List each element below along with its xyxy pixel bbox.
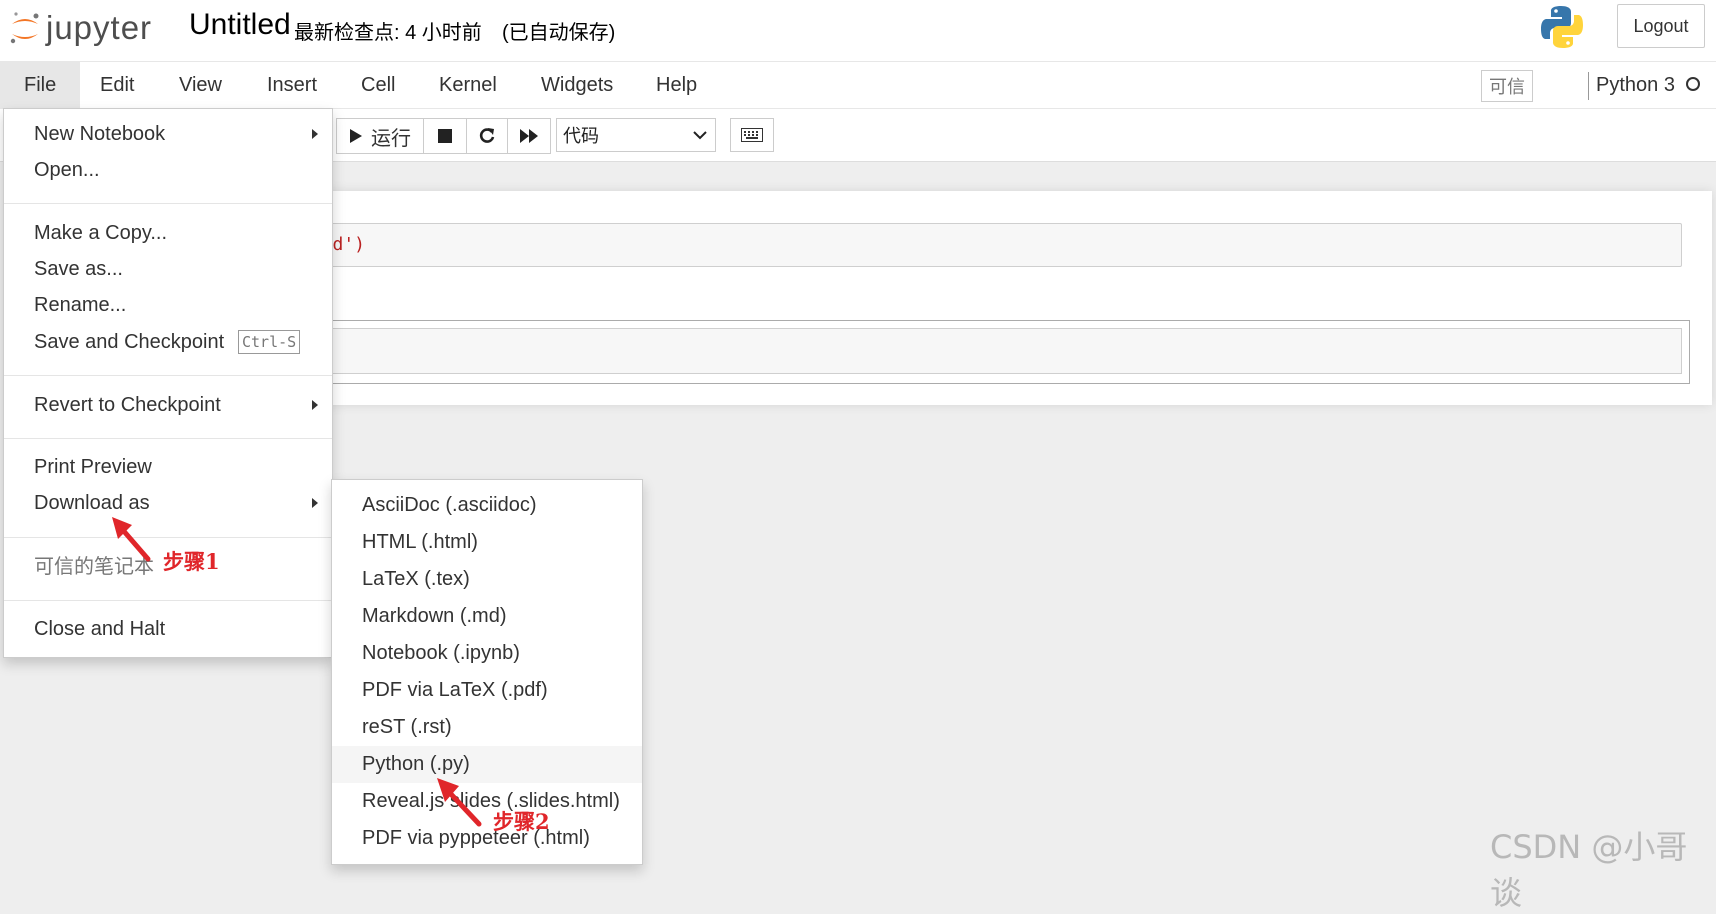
caret-right-icon	[312, 498, 318, 508]
annotation-arrow-1	[112, 517, 151, 562]
checkpoint-status: 最新检查点: 4 小时前	[294, 22, 482, 44]
download-asciidoc[interactable]: AsciiDoc (.asciidoc)	[332, 487, 642, 524]
annotation-step1: 步骤1	[163, 549, 220, 574]
python-logo-icon	[1541, 6, 1583, 48]
menu-print-preview[interactable]: Print Preview	[4, 449, 332, 485]
menu-save-checkpoint[interactable]: Save and Checkpoint Ctrl-S	[4, 324, 332, 360]
menu-divider	[4, 537, 332, 538]
trusted-badge[interactable]: 可信	[1481, 70, 1533, 102]
menu-rename[interactable]: Rename...	[4, 287, 332, 323]
menu-divider	[4, 600, 332, 601]
annotation-arrow-2	[437, 778, 482, 827]
cell-type-select[interactable]: 代码	[556, 118, 716, 152]
keyboard-icon	[741, 128, 763, 142]
download-pdf-latex[interactable]: PDF via LaTeX (.pdf)	[332, 672, 642, 709]
menu-view[interactable]: View	[155, 62, 246, 108]
shortcut-badge: Ctrl-S	[238, 330, 301, 354]
restart-run-all-button[interactable]	[507, 118, 551, 154]
menu-widgets[interactable]: Widgets	[517, 62, 637, 108]
code-cell-input[interactable]: orld')	[300, 223, 1682, 267]
jupyter-logo-icon	[10, 12, 39, 44]
kernel-idle-icon	[1686, 77, 1700, 91]
download-python[interactable]: Python (.py)	[332, 746, 642, 783]
logout-button[interactable]: Logout	[1617, 4, 1705, 48]
watermark: CSDN @小哥谈	[1490, 828, 1688, 912]
logo-text: jupyter	[46, 9, 153, 46]
menu-download-label: Download as	[34, 492, 150, 514]
menu-save-as[interactable]: Save as...	[4, 251, 332, 287]
play-icon	[350, 129, 362, 143]
download-reveal-slides[interactable]: Reveal.js slides (.slides.html)	[332, 783, 642, 820]
menu-divider	[4, 438, 332, 439]
annotation-step2: 步骤2	[493, 809, 550, 834]
kernel-name[interactable]: Python 3	[1596, 62, 1675, 108]
download-rest[interactable]: reST (.rst)	[332, 709, 642, 746]
fast-forward-icon	[520, 129, 538, 143]
menubar: File Edit View Insert Cell Kernel Widget…	[0, 62, 1716, 109]
caret-right-icon	[312, 400, 318, 410]
menu-new-notebook-label: New Notebook	[34, 123, 166, 145]
interrupt-button[interactable]	[423, 118, 467, 154]
restart-icon	[479, 128, 495, 143]
run-controls: 运行	[336, 118, 551, 154]
command-palette-button[interactable]	[730, 118, 774, 152]
menu-edit[interactable]: Edit	[76, 62, 158, 108]
menu-revert-checkpoint[interactable]: Revert to Checkpoint	[4, 387, 332, 423]
menu-revert-label: Revert to Checkpoint	[34, 394, 221, 416]
menu-open[interactable]: Open...	[4, 152, 332, 188]
menu-divider	[4, 203, 332, 204]
menu-download-as[interactable]: Download as	[4, 485, 332, 521]
download-notebook[interactable]: Notebook (.ipynb)	[332, 635, 642, 672]
empty-cell-input[interactable]	[300, 328, 1682, 374]
restart-button[interactable]	[466, 118, 508, 154]
caret-right-icon	[312, 129, 318, 139]
autosave-status: (已自动保存)	[502, 22, 616, 44]
menu-close-halt[interactable]: Close and Halt	[4, 611, 332, 647]
run-button-label: 运行	[371, 127, 411, 150]
run-button[interactable]: 运行	[336, 118, 424, 154]
menu-file[interactable]: File	[0, 62, 81, 108]
header: jupyter Untitled 最新检查点: 4 小时前 (已自动保存) Lo…	[0, 0, 1716, 62]
kernel-separator	[1588, 72, 1589, 100]
menu-help[interactable]: Help	[632, 62, 721, 108]
download-pdf-pyppeteer[interactable]: PDF via pyppeteer (.html)	[332, 820, 642, 857]
stop-icon	[438, 129, 452, 143]
menu-save-checkpoint-label: Save and Checkpoint	[34, 331, 225, 353]
notebook-name[interactable]: Untitled	[189, 8, 291, 42]
jupyter-logo[interactable]: jupyter	[8, 6, 152, 50]
download-markdown[interactable]: Markdown (.md)	[332, 598, 642, 635]
menu-cell[interactable]: Cell	[337, 62, 419, 108]
menu-make-copy[interactable]: Make a Copy...	[4, 215, 332, 251]
download-html[interactable]: HTML (.html)	[332, 524, 642, 561]
menu-kernel[interactable]: Kernel	[415, 62, 521, 108]
cell-type-value: 代码	[563, 126, 599, 146]
menu-divider	[4, 375, 332, 376]
menu-insert[interactable]: Insert	[243, 62, 341, 108]
chevron-down-icon	[693, 131, 707, 140]
download-as-submenu: AsciiDoc (.asciidoc) HTML (.html) LaTeX …	[331, 479, 643, 865]
menu-new-notebook[interactable]: New Notebook	[4, 116, 332, 152]
download-latex[interactable]: LaTeX (.tex)	[332, 561, 642, 598]
